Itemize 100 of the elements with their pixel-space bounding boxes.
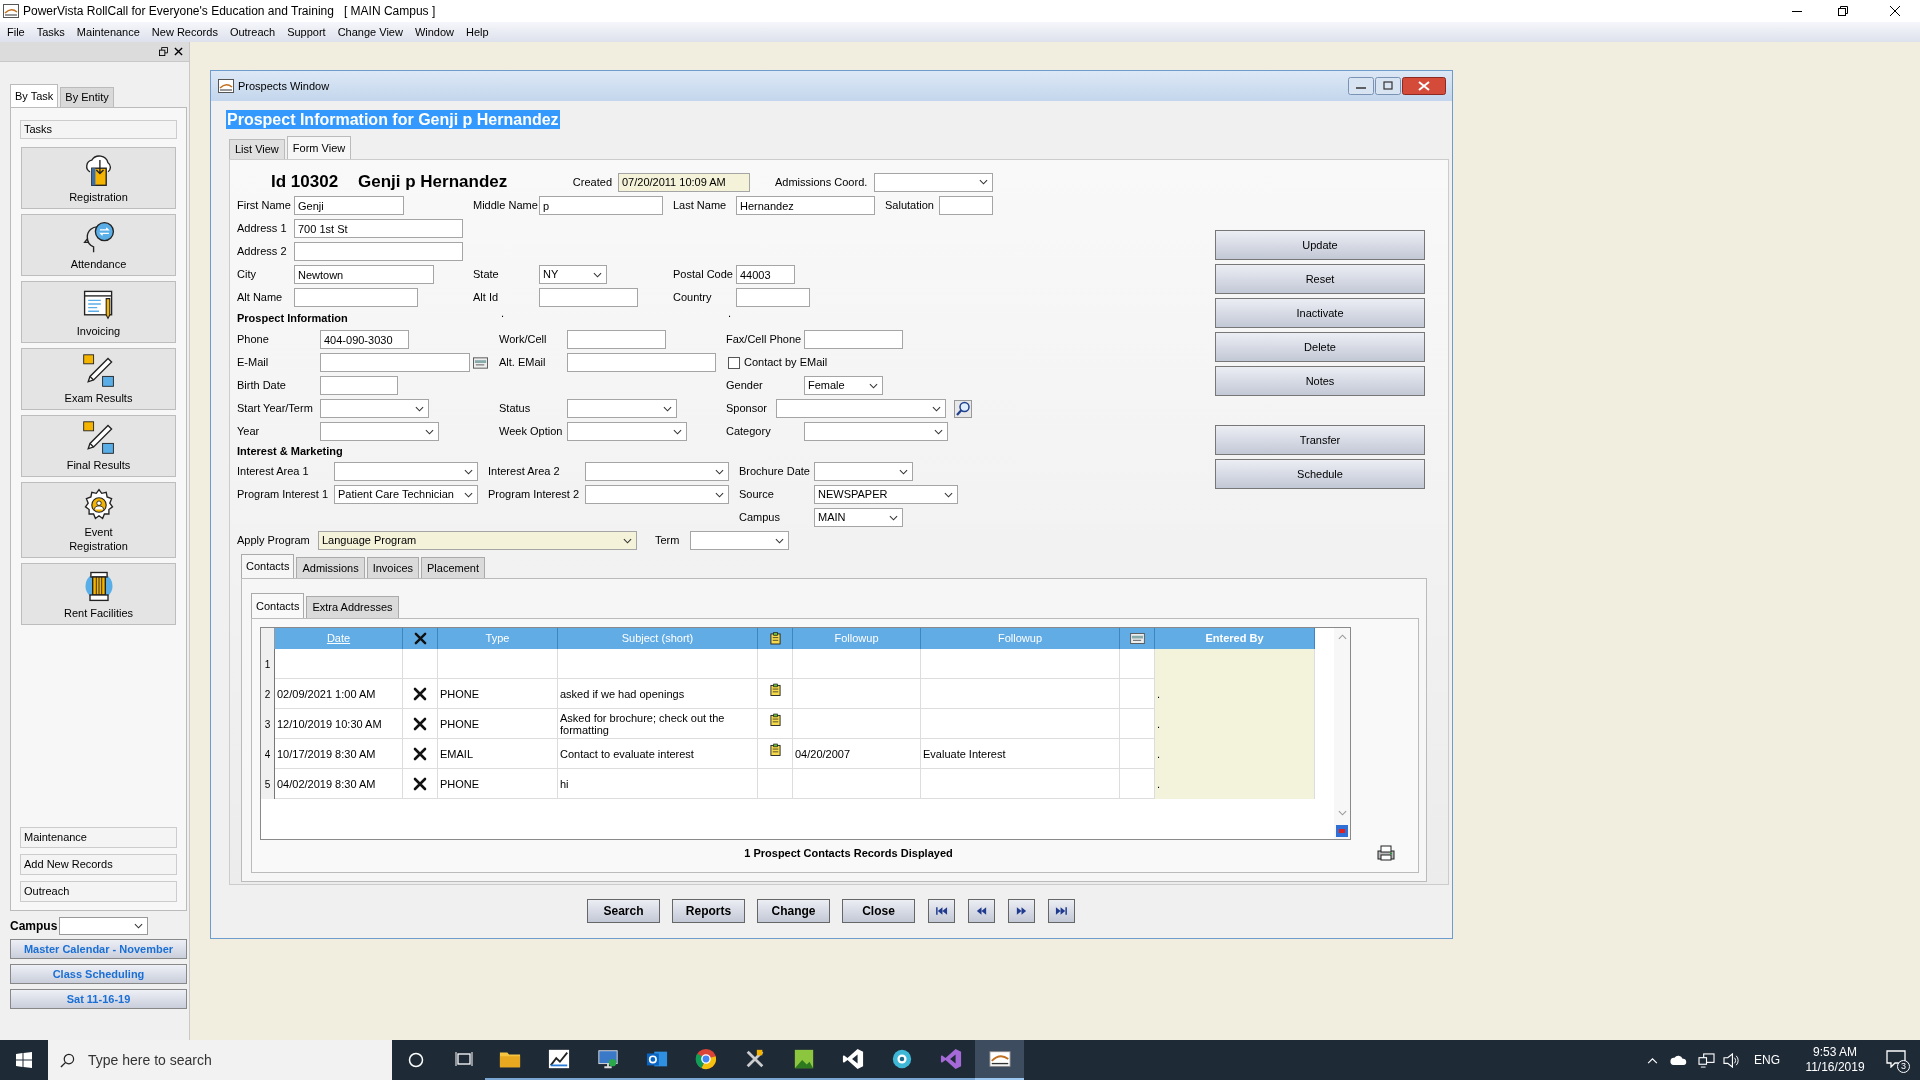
campus-dropdown[interactable] — [59, 917, 148, 935]
clock-date[interactable]: 11/16/2019 — [1805, 1060, 1865, 1075]
input-field[interactable]: 700 1st St — [294, 219, 463, 238]
action-button[interactable]: Schedule — [1215, 459, 1425, 489]
note-icon[interactable] — [769, 683, 781, 697]
close-icon[interactable] — [174, 47, 183, 56]
task-button[interactable]: Final Results — [21, 415, 176, 477]
note-icon[interactable] — [769, 743, 781, 757]
windows-start-icon[interactable] — [16, 1052, 32, 1068]
menu-item[interactable]: Maintenance — [70, 23, 146, 41]
menu-item[interactable]: Support — [281, 23, 332, 41]
close-icon[interactable] — [1890, 6, 1900, 16]
dropdown[interactable]: Patient Care Technician — [334, 485, 478, 504]
dropdown[interactable]: NY — [539, 265, 607, 284]
sub-tab[interactable]: Extra Addresses — [306, 596, 399, 618]
section-button[interactable]: Outreach — [20, 881, 177, 902]
input-field[interactable] — [294, 242, 463, 261]
view-tab[interactable]: Form View — [286, 136, 352, 159]
delete-icon[interactable] — [413, 717, 427, 731]
input-field[interactable]: 44003 — [736, 265, 795, 284]
view-tab[interactable]: List View — [229, 139, 285, 159]
shortcut-button[interactable]: Master Calendar - November — [10, 939, 187, 959]
note-icon[interactable] — [769, 713, 781, 727]
input-field[interactable] — [320, 353, 470, 372]
command-button[interactable]: Reports — [672, 899, 745, 923]
maximize-icon[interactable] — [1375, 77, 1401, 95]
dropdown[interactable]: NEWSPAPER — [814, 485, 958, 504]
dropdown[interactable]: Female — [804, 376, 883, 395]
printer-icon[interactable] — [1377, 845, 1395, 861]
detail-tab[interactable]: Placement — [421, 557, 485, 578]
task-view-icon[interactable] — [455, 1052, 473, 1068]
command-button[interactable]: Change — [757, 899, 830, 923]
delete-icon[interactable] — [413, 747, 427, 761]
menu-item[interactable]: Tasks — [30, 23, 71, 41]
action-button[interactable]: Update — [1215, 230, 1425, 260]
input-field[interactable] — [320, 376, 398, 395]
task-button[interactable]: Attendance — [21, 214, 176, 276]
navigation-button[interactable] — [1008, 899, 1035, 923]
input-field[interactable] — [567, 353, 716, 372]
command-button[interactable]: Close — [842, 899, 915, 923]
delete-icon[interactable] — [413, 777, 427, 791]
volume-icon[interactable] — [1723, 1052, 1740, 1068]
close-icon[interactable] — [1402, 77, 1446, 95]
menu-item[interactable]: Help — [460, 23, 495, 41]
navigation-button[interactable] — [968, 899, 995, 923]
section-button[interactable]: Add New Records — [20, 854, 177, 875]
action-button[interactable]: Reset — [1215, 264, 1425, 294]
detail-tab[interactable]: Invoices — [366, 557, 420, 578]
input-field[interactable]: Genji — [294, 196, 404, 215]
navigation-button[interactable] — [1048, 899, 1075, 923]
menu-item[interactable]: File — [1, 23, 31, 41]
action-button[interactable]: Transfer — [1215, 425, 1425, 455]
input-field[interactable]: Newtown — [294, 265, 434, 284]
taskbar-app[interactable] — [975, 1040, 1024, 1080]
network-icon[interactable] — [1698, 1052, 1715, 1068]
restore-icon[interactable] — [1838, 6, 1848, 16]
checkbox[interactable] — [728, 356, 740, 369]
detail-tab[interactable]: Admissions — [296, 557, 365, 578]
command-button[interactable]: Search — [587, 899, 660, 923]
chevron-icon[interactable] — [1647, 1056, 1658, 1064]
shortcut-button[interactable]: Sat 11-16-19 — [10, 989, 187, 1009]
input-field[interactable]: Hernandez — [736, 196, 875, 215]
menu-item[interactable]: Outreach — [223, 23, 282, 41]
input-field[interactable]: p — [539, 196, 663, 215]
input-field[interactable] — [567, 330, 666, 349]
menu-item[interactable]: Window — [408, 23, 461, 41]
input-field[interactable] — [804, 330, 903, 349]
dropdown[interactable]: Language Program — [318, 531, 637, 550]
task-button[interactable]: Event Registration — [21, 482, 176, 558]
menu-item[interactable]: Change View — [331, 23, 409, 41]
delete-icon[interactable] — [413, 687, 427, 701]
sub-tab[interactable]: Contacts — [251, 593, 305, 618]
task-button[interactable]: Registration — [21, 147, 176, 209]
action-button[interactable]: Notes — [1215, 366, 1425, 396]
notification-icon[interactable] — [1886, 1050, 1906, 1068]
detail-tab[interactable]: Contacts — [241, 554, 295, 578]
input-field[interactable]: 404-090-3030 — [320, 330, 409, 349]
navigation-button[interactable] — [928, 899, 955, 923]
clock-time[interactable]: 9:53 AM — [1813, 1045, 1857, 1060]
language-indicator[interactable]: ENG — [1754, 1051, 1780, 1069]
search-icon[interactable] — [954, 399, 972, 418]
task-button[interactable]: Rent Facilities — [21, 563, 176, 625]
input-field[interactable] — [539, 288, 638, 307]
circle-icon[interactable] — [408, 1052, 424, 1068]
input-field[interactable] — [294, 288, 418, 307]
shortcut-button[interactable]: Class Scheduling — [10, 964, 187, 984]
card-icon[interactable] — [473, 356, 488, 369]
task-button[interactable]: Invoicing — [21, 281, 176, 343]
dropdown[interactable]: MAIN — [814, 508, 903, 527]
task-button[interactable]: Exam Results — [21, 348, 176, 410]
action-button[interactable]: Inactivate — [1215, 298, 1425, 328]
section-button[interactable]: Maintenance — [20, 827, 177, 848]
action-button[interactable]: Delete — [1215, 332, 1425, 362]
float-icon[interactable] — [159, 47, 168, 56]
input-field[interactable] — [939, 196, 993, 215]
panel-tab[interactable]: By Entity — [60, 87, 114, 107]
menu-item[interactable]: New Records — [145, 23, 224, 41]
input-field[interactable]: 07/20/2011 10:09 AM — [618, 172, 750, 192]
taskbar-search-field[interactable]: Type here to search — [48, 1040, 392, 1080]
panel-tab[interactable]: By Task — [10, 84, 59, 107]
